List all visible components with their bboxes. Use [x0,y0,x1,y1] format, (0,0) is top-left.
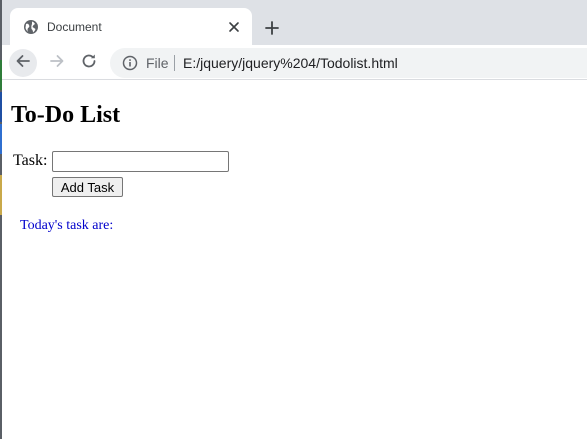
page-title: To-Do List [11,102,121,128]
todays-tasks-label: Today's task are: [20,218,114,233]
add-task-button[interactable]: Add Task [52,177,123,197]
browser-toolbar: File E:/jquery/jquery%204/Todolist.html [2,45,587,80]
page-content: To-Do List Task: Add Task Today's task a… [2,81,587,439]
address-bar[interactable]: File E:/jquery/jquery%204/Todolist.html [110,48,587,78]
forward-arrow-icon [48,52,66,75]
close-icon[interactable] [226,19,242,35]
back-arrow-icon [14,52,32,75]
url-text[interactable]: E:/jquery/jquery%204/Todolist.html [183,55,398,71]
browser-tab[interactable]: Document [10,8,252,45]
forward-button[interactable] [43,49,71,77]
globe-icon [23,19,39,35]
back-button[interactable] [9,49,37,77]
plus-icon[interactable] [261,17,283,39]
reload-button[interactable] [75,49,103,77]
reload-icon [80,52,98,75]
info-icon[interactable] [122,55,138,71]
tab-title: Document [47,20,102,34]
scheme-label: File [146,55,169,71]
task-input[interactable] [52,151,229,172]
address-separator [174,55,175,71]
task-label: Task: [13,152,48,169]
tab-strip: Document [2,0,587,45]
